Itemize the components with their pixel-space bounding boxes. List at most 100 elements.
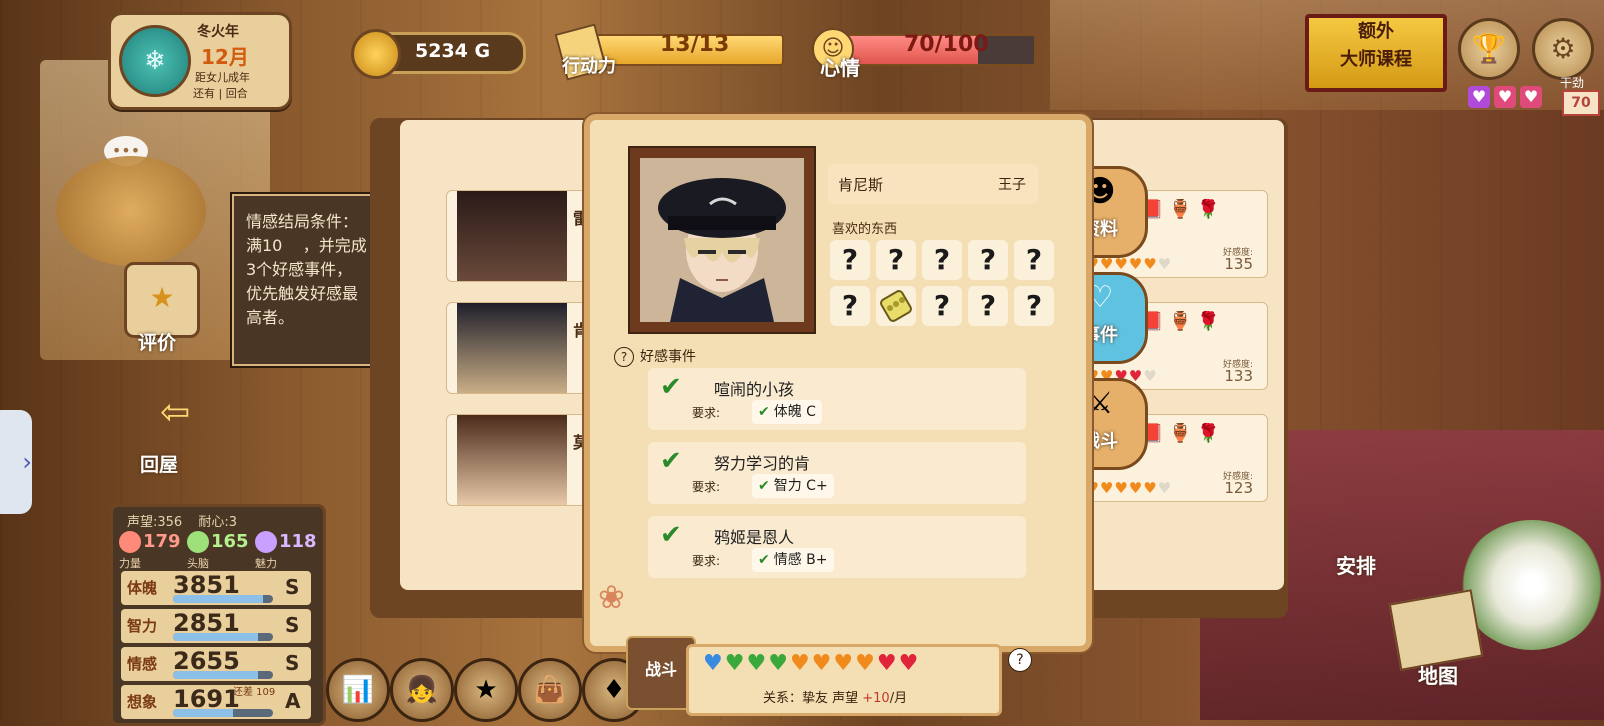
- liked-item-unknown[interactable]: ?: [922, 286, 962, 326]
- charm-icon: [255, 531, 277, 553]
- back-arrow-icon[interactable]: ⇦: [160, 392, 190, 433]
- relationship-panel: ♥♥♥♥♥♥♥♥♥♥ 关系：挚友 声望 +10/月: [686, 644, 1002, 716]
- map-icon[interactable]: [1388, 589, 1484, 671]
- snowflake-icon: ❄: [119, 25, 191, 97]
- daughter-profile-button[interactable]: 👧: [390, 658, 454, 722]
- heart-icon: ♥: [703, 651, 725, 676]
- evaluation-button[interactable]: ★: [124, 262, 200, 338]
- reputation-period: /月: [889, 691, 908, 706]
- stats-chart-button[interactable]: 📊: [326, 658, 390, 722]
- side-drawer-handle[interactable]: ›: [0, 410, 32, 514]
- liked-item-unknown[interactable]: ?: [1014, 286, 1054, 326]
- heart-icon: ♥: [876, 651, 899, 676]
- liked-item-unknown[interactable]: ?: [1014, 240, 1054, 280]
- evaluation-label: 评价: [138, 332, 177, 354]
- affection-event[interactable]: ✔ 鸦姬是恩人 要求: ✔ 情感 B+: [648, 516, 1026, 578]
- attribute-row[interactable]: 智力 2851 S: [121, 609, 311, 643]
- map-button[interactable]: 地图: [1418, 660, 1458, 689]
- liked-item-unknown[interactable]: ?: [968, 240, 1008, 280]
- date-countdown-label: 距女儿成年: [195, 71, 250, 84]
- gift-icons: 📕 🏺 🌹: [1141, 199, 1220, 220]
- core-stats-row: 179 力量 165 头脑 118 魅力: [119, 531, 321, 570]
- battle-shortcut-label: 战斗: [644, 660, 677, 679]
- attribute-name: 想象: [127, 693, 158, 711]
- attribute-bar: [173, 709, 273, 717]
- relationship-text: 关系：挚友 声望 +10/月: [763, 687, 907, 706]
- character-portrait: [457, 303, 567, 393]
- pink-heart-icon: ♥: [1494, 86, 1516, 108]
- gold-amount: 5234 G: [415, 40, 491, 62]
- liked-item-known[interactable]: [876, 286, 916, 326]
- strength-icon: [119, 531, 141, 553]
- attribute-bar-fill: [173, 595, 263, 603]
- core-stat: 179 力量: [119, 531, 185, 570]
- attribute-name: 情感: [127, 655, 158, 673]
- heart-icon: ♥: [789, 651, 812, 676]
- character-name-box: 肯尼斯 王子: [828, 164, 1038, 204]
- attribute-extra: 还差 109: [233, 687, 276, 698]
- checkmark-icon: ✔: [660, 446, 682, 476]
- core-stat: 118 魅力: [255, 531, 321, 570]
- settings-button[interactable]: ⚙: [1532, 18, 1594, 80]
- attribute-grade: A: [285, 689, 301, 713]
- coin-icon: [351, 29, 401, 79]
- liked-item-unknown[interactable]: ?: [830, 286, 870, 326]
- heart-icon: ♥: [746, 651, 769, 676]
- relationship-help-icon[interactable]: ?: [1008, 648, 1032, 672]
- trophy-button[interactable]: 🏆: [1458, 18, 1520, 80]
- achievements-button[interactable]: ★: [454, 658, 518, 722]
- portrait-frame: [628, 146, 816, 334]
- bar-chart-icon: 📊: [341, 675, 375, 705]
- attribute-bar: [173, 595, 273, 603]
- stats-panel: 声望:356 耐心:3 179 力量 165 头脑 118 魅力 体魄 3851…: [110, 504, 326, 726]
- arrange-button[interactable]: 安排: [1336, 550, 1376, 579]
- requirement-text: 智力 C+: [773, 478, 828, 494]
- inventory-button[interactable]: 👜: [518, 658, 582, 722]
- action-points-label: 行动力: [562, 56, 616, 77]
- star-icon: ★: [149, 281, 175, 314]
- heart-icon: ♥: [833, 651, 856, 676]
- portrait-icon: 👧: [405, 675, 439, 705]
- help-icon[interactable]: ?: [614, 347, 634, 367]
- attribute-name: 智力: [127, 617, 158, 635]
- attribute-row[interactable]: 想象 1691 还差 109 A: [121, 685, 311, 719]
- attribute-name: 体魄: [127, 579, 158, 597]
- events-header: ? 好感事件: [614, 346, 696, 367]
- requirement-label: 要求:: [692, 480, 721, 494]
- gold-counter: 5234 G: [351, 29, 526, 79]
- checkmark-icon: ✔: [758, 552, 770, 568]
- liked-item-unknown[interactable]: ?: [830, 240, 870, 280]
- requirement-label: 要求:: [692, 554, 721, 568]
- reputation-gain: +10: [862, 691, 890, 706]
- attribute-row[interactable]: 体魄 3851 S: [121, 571, 311, 605]
- affection-event[interactable]: ✔ 喧闹的小孩 要求: ✔ 体魄 C: [648, 368, 1026, 430]
- attribute-row[interactable]: 情感 2655 S: [121, 647, 311, 681]
- attribute-bar: [173, 633, 273, 641]
- liked-item-unknown[interactable]: ?: [922, 240, 962, 280]
- requirement-text: 体魄 C: [773, 404, 816, 420]
- course-line-1: 额外: [1358, 21, 1394, 42]
- core-stat: 165 头脑: [187, 531, 253, 570]
- status-hearts: ♥ ♥ ♥: [1468, 86, 1546, 108]
- attribute-bar-fill: [173, 709, 233, 717]
- heart-icon: ♥: [898, 651, 921, 676]
- core-stat-label: 头脑: [187, 557, 209, 570]
- motivation-label: 干劲: [1560, 76, 1585, 90]
- master-course-button[interactable]: 额外 大师课程: [1305, 14, 1447, 92]
- liked-item-unknown[interactable]: ?: [876, 240, 916, 280]
- mood-value: 70/100: [904, 32, 989, 57]
- tooltip-text: 情感结局条件： 满10 ，并完成 3个好感事件， 优先触发好感最 高者。: [246, 212, 367, 327]
- back-room-label[interactable]: 回屋: [140, 450, 178, 477]
- affection-event[interactable]: ✔ 努力学习的肯 要求: ✔ 智力 C+: [648, 442, 1026, 504]
- heart-icon: ♥: [811, 651, 834, 676]
- liked-item-unknown[interactable]: ?: [968, 286, 1008, 326]
- attribute-bar: [173, 671, 273, 679]
- likes-label: 喜欢的东西: [832, 222, 898, 237]
- food-item-icon: [880, 290, 912, 322]
- core-stat-value: 165: [211, 531, 249, 552]
- events-header-text: 好感事件: [640, 349, 696, 365]
- checkmark-icon: ✔: [758, 478, 770, 494]
- relationship-status: 关系：挚友 声望: [763, 691, 863, 706]
- kenneth-portrait-art: [640, 158, 804, 322]
- requirement-badge: ✔ 体魄 C: [752, 400, 822, 424]
